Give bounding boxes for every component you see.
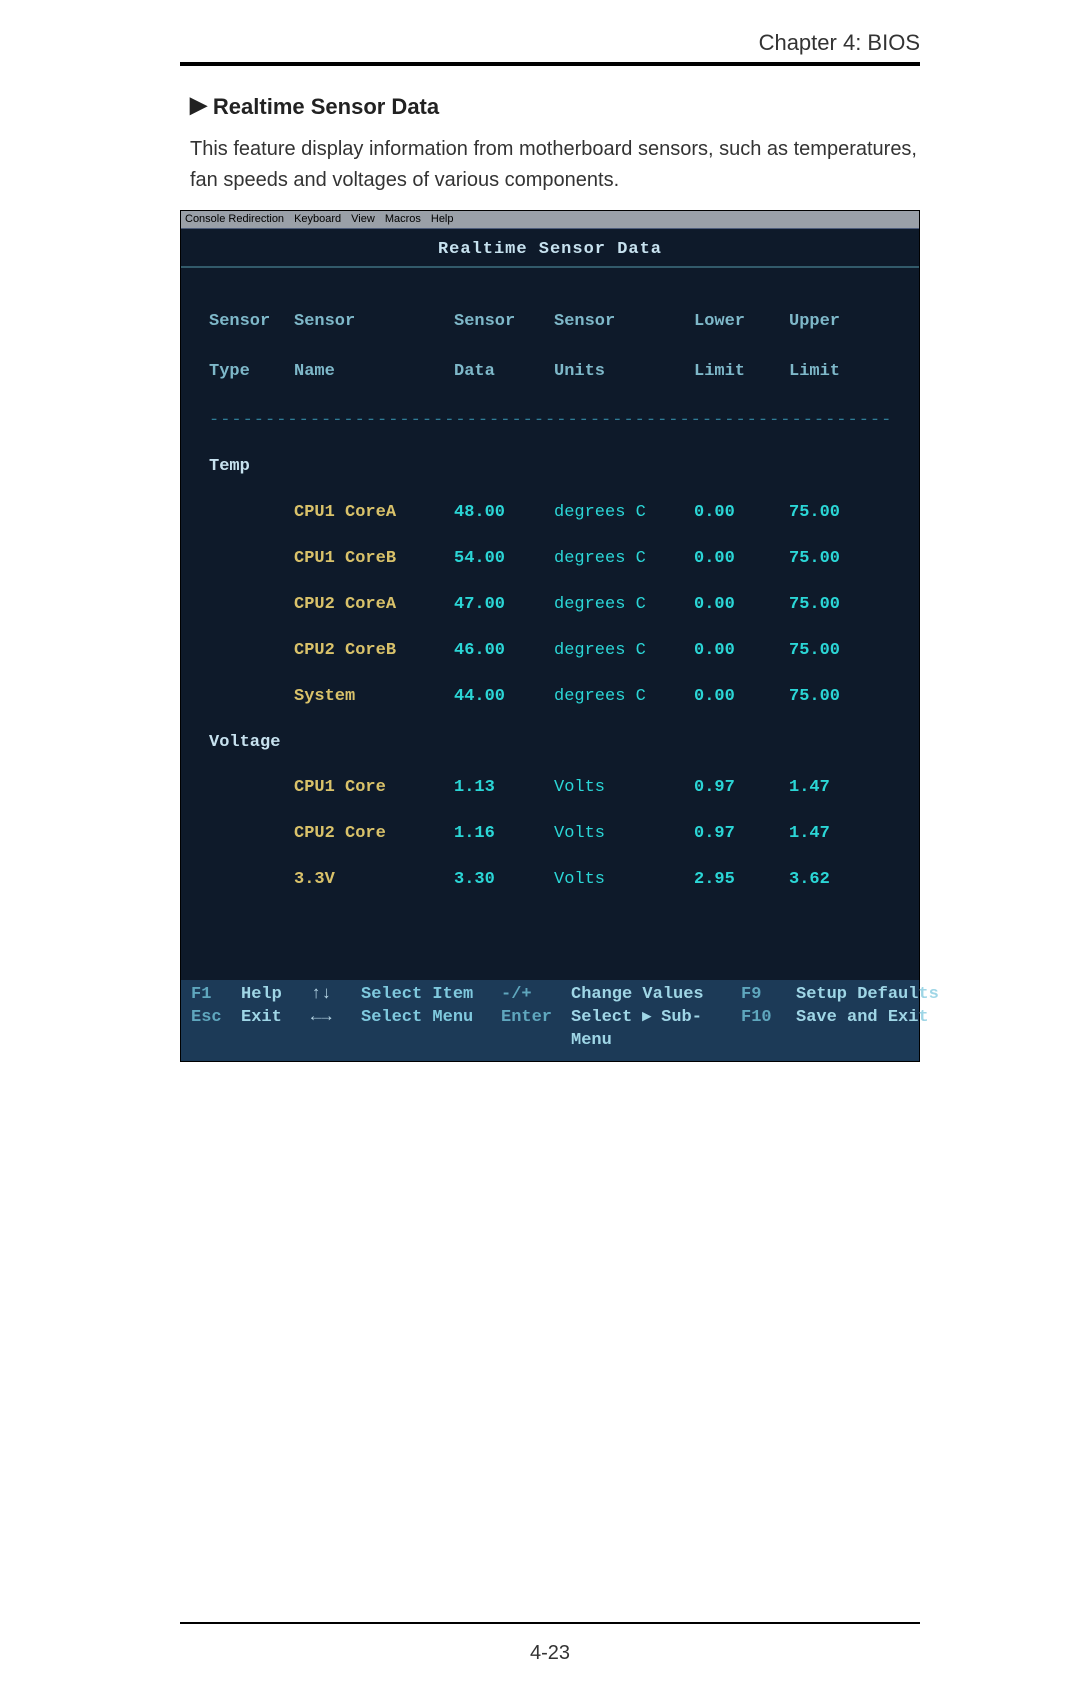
help-key-esc: Esc [191,1007,241,1030]
bios-help-bar: F1 Help ↑↓ Select Item -/+ Change Values… [181,980,919,1061]
header-separator: ----------------------------------------… [209,410,895,433]
help-key-enter: Enter [501,1007,571,1030]
help-action-change-values: Change Values [571,984,741,1007]
help-action-select-item: Select Item [361,984,501,1007]
bios-content: SensorSensorSensorSensorLowerUpper TypeN… [181,268,919,980]
section-body: This feature display information from mo… [190,134,920,196]
sensor-row: CPU2 Core1.16Volts0.971.47 [209,823,895,846]
help-action-select-menu: Select Menu [361,1007,501,1030]
help-key-f1: F1 [191,984,241,1007]
page-number: 4-23 [180,1642,920,1665]
help-key-arrows: ↑↓ [311,984,361,1007]
bios-title: Realtime Sensor Data [181,229,919,268]
sensor-row: System44.00degrees C0.0075.00 [209,686,895,709]
sensor-row: CPU1 Core1.13Volts0.971.47 [209,777,895,800]
sensor-row: CPU1 CoreB54.00degrees C0.0075.00 [209,548,895,571]
section-title-text: Realtime Sensor Data [213,94,439,119]
header-row-2: TypeNameDataUnitsLimitLimit [209,361,895,384]
bottom-rule [180,1622,920,1624]
triangle-right-icon: ▶ [190,92,207,118]
kvm-menu-item[interactable]: Keyboard [294,212,341,227]
chapter-title: Chapter 4: BIOS [180,30,920,56]
group-label-row: Voltage [209,732,895,755]
kvm-menu-bar: Console Redirection Keyboard View Macros… [181,211,919,229]
help-key-leftright: ←→ [311,1007,361,1030]
help-action-exit: Exit [241,1007,311,1030]
sensor-row: CPU2 CoreB46.00degrees C0.0075.00 [209,640,895,663]
kvm-menu-item[interactable]: View [351,212,375,227]
help-key-f9: F9 [741,984,796,1007]
header-row-1: SensorSensorSensorSensorLowerUpper [209,311,895,334]
kvm-menu-item[interactable]: Console Redirection [185,212,284,227]
help-action-save-exit: Save and Exit [796,1007,956,1030]
help-key-plusminus: -/+ [501,984,571,1007]
kvm-menu-item[interactable]: Help [431,212,454,227]
sensor-row: CPU2 CoreA47.00degrees C0.0075.00 [209,594,895,617]
kvm-menu-item[interactable]: Macros [385,212,421,227]
help-action-help: Help [241,984,311,1007]
help-action-submenu: Select ▸ Sub-Menu [571,1007,741,1053]
top-rule [180,62,920,66]
bios-screenshot: Console Redirection Keyboard View Macros… [180,210,920,1062]
section-heading: ▶Realtime Sensor Data [190,94,920,120]
sensor-row: 3.3V3.30Volts2.953.62 [209,869,895,892]
help-action-setup-defaults: Setup Defaults [796,984,956,1007]
sensor-row: CPU1 CoreA48.00degrees C0.0075.00 [209,502,895,525]
help-key-f10: F10 [741,1007,796,1030]
group-label-row: Temp [209,456,895,479]
